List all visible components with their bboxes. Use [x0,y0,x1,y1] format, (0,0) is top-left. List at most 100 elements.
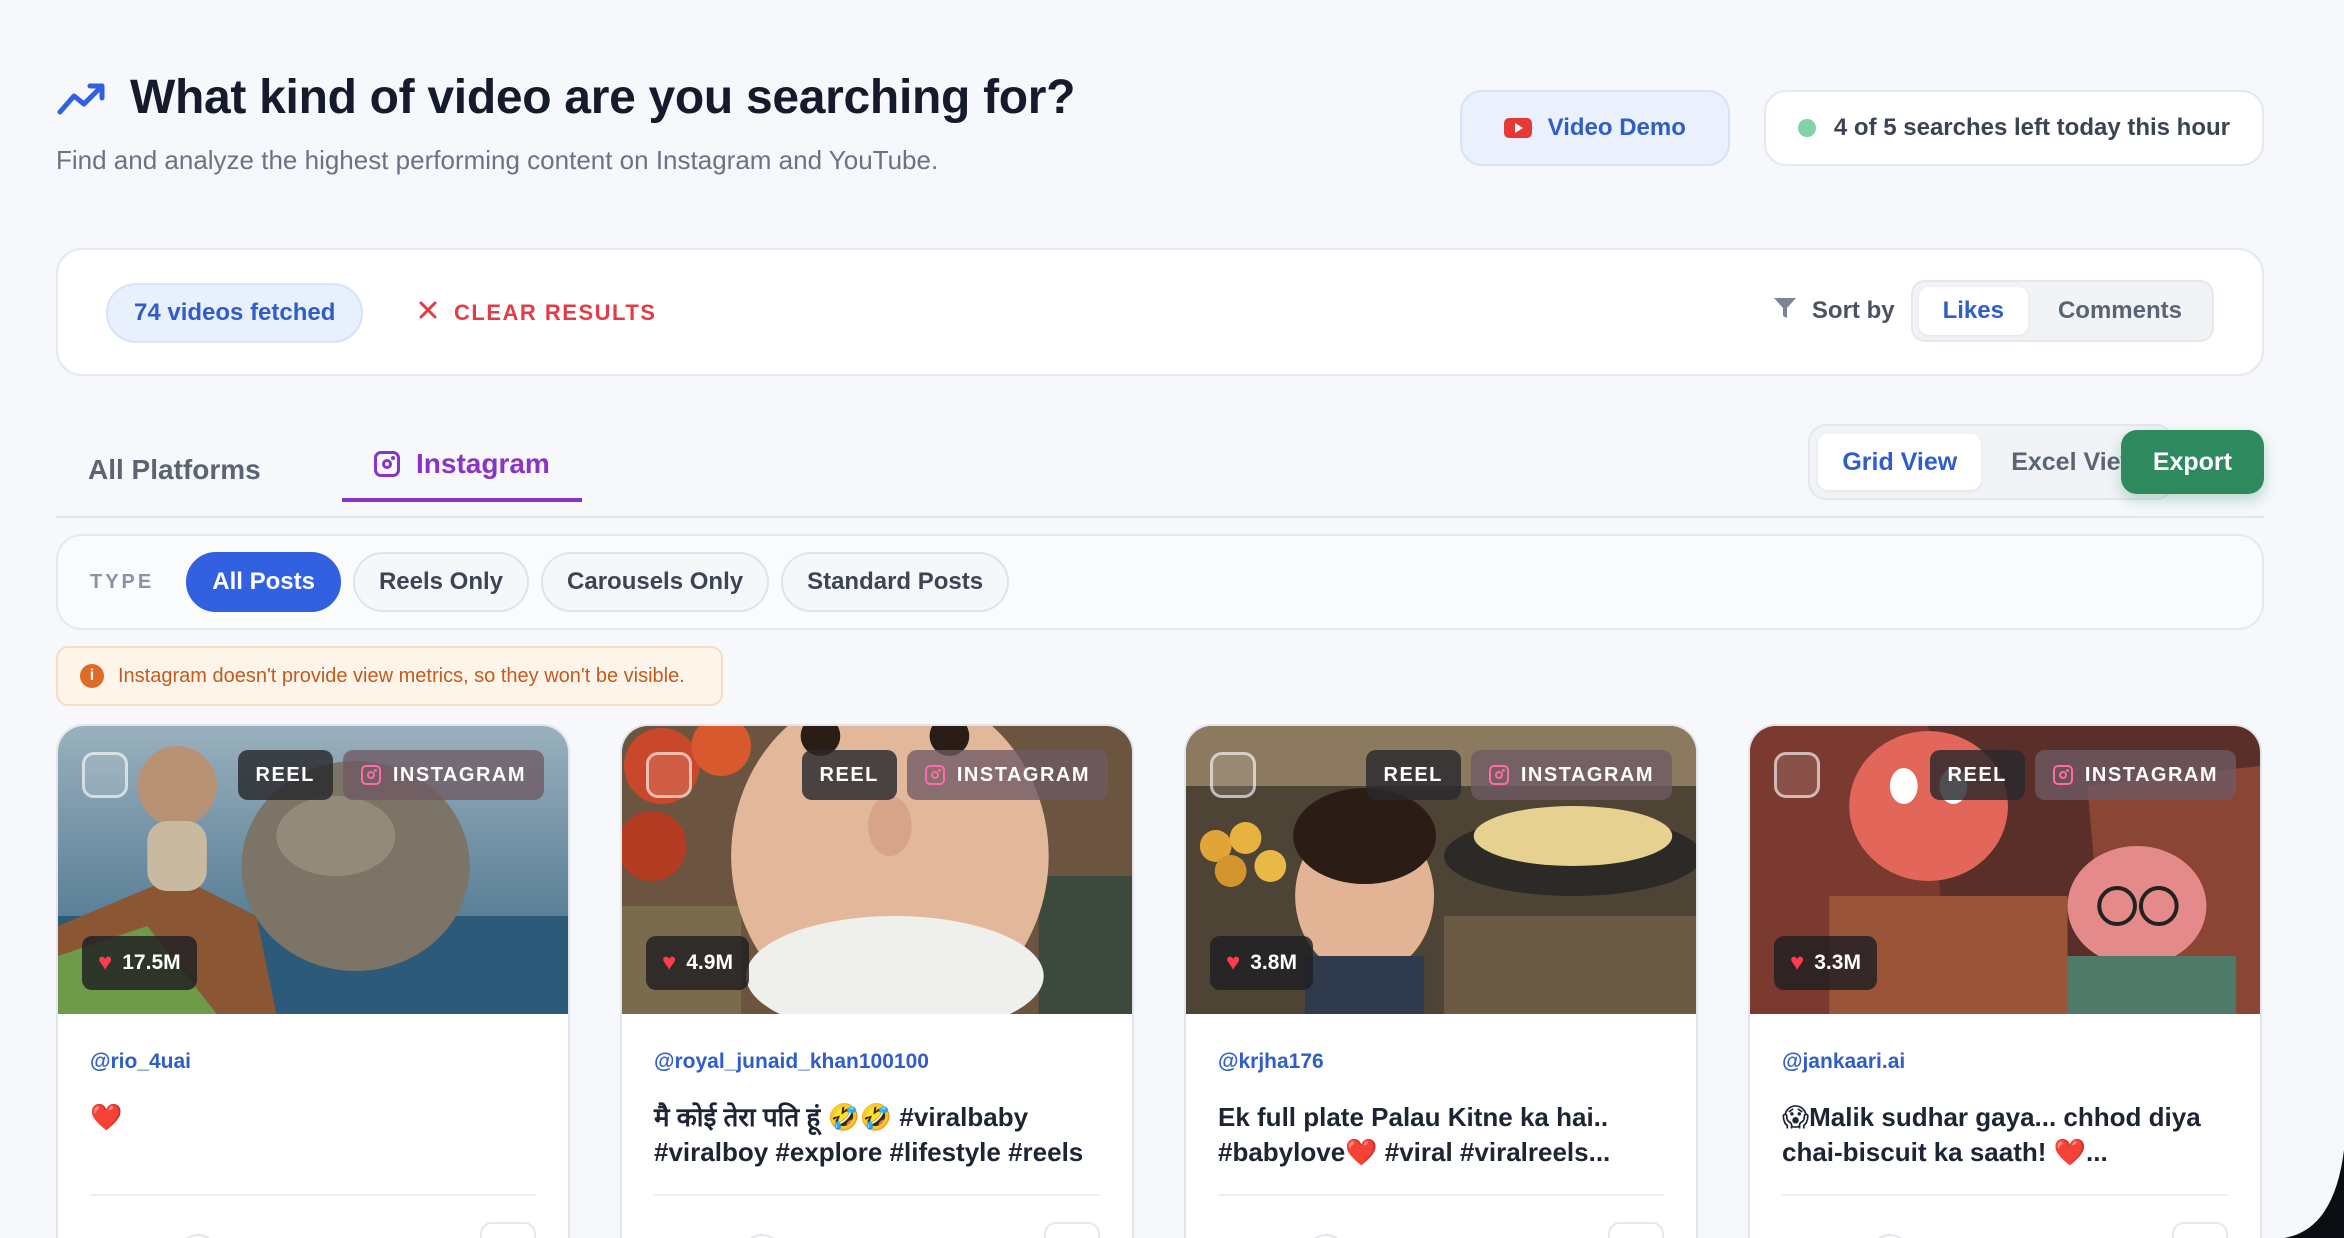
author-handle[interactable]: @krjha176 [1218,1050,1664,1074]
video-card[interactable]: REEL INSTAGRAM ♥ 3.8M @krjha176 Ek full … [1184,724,1698,1238]
page-header: What kind of video are you searching for… [56,70,1075,176]
author-handle[interactable]: @royal_junaid_khan100100 [654,1050,1100,1074]
tab-all-platforms-label: All Platforms [88,454,261,485]
card-badges: REEL INSTAGRAM [237,750,544,800]
instagram-icon [924,765,945,785]
video-card[interactable]: REEL INSTAGRAM ♥ 3.3M @jankaari.ai 😱Mali… [1748,724,2262,1238]
clear-results-button[interactable]: CLEAR RESULTS [416,283,656,343]
video-caption: मै कोई तेरा पति हूं 🤣🤣 #viralbaby #viral… [654,1102,1084,1167]
view-metrics-notice: i Instagram doesn't provide view metrics… [56,646,723,706]
heart-icon: ♥ [1790,949,1805,976]
platform-badge: INSTAGRAM [1470,750,1672,800]
card-action-button[interactable] [1044,1222,1100,1238]
likes-badge: ♥ 3.8M [1210,936,1313,990]
platform-badge-label: INSTAGRAM [2084,763,2218,786]
likes-count: 4.9M [686,951,733,974]
videos-fetched-badge: 74 videos fetched [106,283,364,343]
heart-icon: ♥ [1226,949,1241,976]
video-demo-button[interactable]: Video Demo [1459,90,1730,166]
reel-badge: REEL [1929,750,2025,800]
video-caption: Ek full plate Palau Kitne ka hai.. #baby… [1218,1102,1611,1167]
select-checkbox[interactable] [1210,752,1256,798]
footer-icon [178,1234,218,1238]
author-handle[interactable]: @rio_4uai [90,1050,536,1074]
sort-by-label: Sort by [1811,297,1895,324]
likes-count: 3.8M [1250,951,1297,974]
likes-badge: ♥ 3.3M [1774,936,1877,990]
platform-badge: INSTAGRAM [2034,750,2236,800]
author-handle[interactable]: @jankaari.ai [1782,1050,2228,1074]
clear-results-label: CLEAR RESULTS [454,300,657,325]
video-thumbnail[interactable]: REEL INSTAGRAM ♥ 3.3M [1750,726,2260,1014]
instagram-icon [2052,765,2073,785]
footer-icon [742,1234,782,1238]
youtube-icon [1503,118,1532,138]
type-filter-bar: TYPE All Posts Reels Only Carousels Only… [56,534,2264,630]
select-checkbox[interactable] [1774,752,1820,798]
window-corner [2284,1150,2344,1238]
instagram-icon [360,765,381,785]
sort-option-likes[interactable]: Likes [1918,287,2028,335]
video-caption: ❤️ [90,1102,123,1132]
type-chip-reels-only[interactable]: Reels Only [352,552,530,612]
video-demo-label: Video Demo [1547,114,1686,141]
export-button[interactable]: Export [2120,430,2264,494]
type-filter-label: TYPE [90,570,155,593]
video-card[interactable]: REEL INSTAGRAM ♥ 17.5M @rio_4uai ❤️ [56,724,570,1238]
reel-badge: REEL [1365,750,1461,800]
card-body: @rio_4uai ❤️ [90,1050,536,1135]
tab-instagram-label: Instagram [416,448,550,479]
select-checkbox[interactable] [82,752,128,798]
footer-icon [1870,1234,1910,1238]
platform-badge: INSTAGRAM [906,750,1108,800]
heart-icon: ♥ [98,949,113,976]
filter-icon [1772,295,1798,328]
video-thumbnail[interactable]: REEL INSTAGRAM ♥ 4.9M [622,726,1132,1014]
card-action-button[interactable] [480,1222,536,1238]
video-thumbnail[interactable]: REEL INSTAGRAM ♥ 3.8M [1186,726,1696,1014]
type-chip-standard-posts[interactable]: Standard Posts [781,552,1010,612]
card-body: @jankaari.ai 😱Malik sudhar gaya... chhod… [1782,1050,2228,1170]
type-chip-all-posts[interactable]: All Posts [186,552,341,612]
card-divider [90,1194,536,1196]
heart-icon: ♥ [662,949,677,976]
page: What kind of video are you searching for… [0,0,2344,1238]
reel-badge: REEL [801,750,897,800]
sort-by-control: Sort by Likes Comments [1772,280,2214,342]
card-body: @royal_junaid_khan100100 मै कोई तेरा पति… [654,1050,1100,1170]
select-checkbox[interactable] [646,752,692,798]
card-divider [1782,1194,2228,1196]
card-divider [654,1194,1100,1196]
instagram-icon [1488,765,1509,785]
sort-option-comments[interactable]: Comments [2034,287,2206,335]
platform-badge: INSTAGRAM [342,750,544,800]
page-subtitle: Find and analyze the highest performing … [56,145,939,175]
type-chip-carousels-only[interactable]: Carousels Only [541,552,770,612]
sort-by-label-group: Sort by [1772,295,1895,328]
results-bar: 74 videos fetched CLEAR RESULTS Sort by … [56,248,2264,376]
likes-badge: ♥ 4.9M [646,936,749,990]
card-badges: REEL INSTAGRAM [1929,750,2236,800]
video-card[interactable]: REEL INSTAGRAM ♥ 4.9M @royal_junaid_khan… [620,724,1134,1238]
info-icon: i [80,664,104,688]
card-badges: REEL INSTAGRAM [1365,750,1672,800]
reel-badge: REEL [237,750,333,800]
card-body: @krjha176 Ek full plate Palau Kitne ka h… [1218,1050,1664,1170]
platform-badge-label: INSTAGRAM [392,763,526,786]
searches-left-label: 4 of 5 searches left today this hour [1833,114,2230,141]
video-caption: 😱Malik sudhar gaya... chhod diya chai-bi… [1782,1102,2201,1167]
platform-badge-label: INSTAGRAM [1520,763,1654,786]
tab-instagram[interactable]: Instagram [342,430,582,502]
sort-toggle: Likes Comments [1910,280,2214,342]
grid-view-button[interactable]: Grid View [1818,434,1982,490]
view-toggle: Grid View Excel View [1808,424,2174,500]
header-actions: Video Demo 4 of 5 searches left today th… [1459,90,2264,166]
video-thumbnail[interactable]: REEL INSTAGRAM ♥ 17.5M [58,726,568,1014]
tab-all-platforms[interactable]: All Platforms [88,442,261,498]
likes-count: 3.3M [1814,951,1861,974]
card-action-button[interactable] [1608,1222,1664,1238]
footer-icon [1306,1234,1346,1238]
videos-fetched-label: 74 videos fetched [134,299,336,326]
card-action-button[interactable] [2172,1222,2228,1238]
notice-text: Instagram doesn't provide view metrics, … [118,664,685,687]
